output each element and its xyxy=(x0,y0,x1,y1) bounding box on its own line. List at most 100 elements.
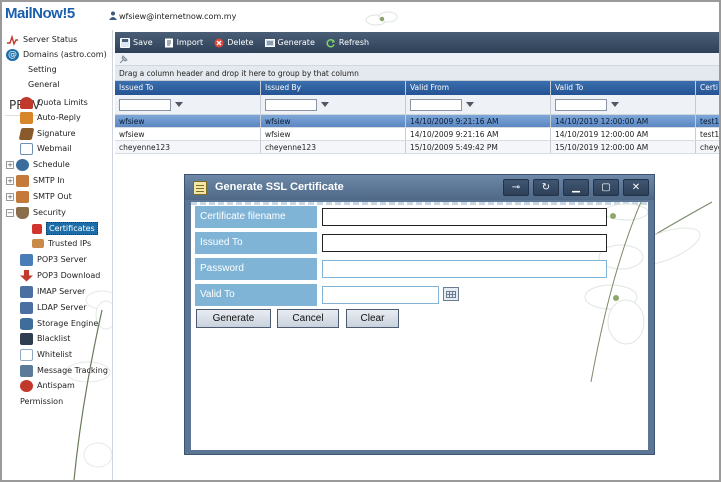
grid-header: Issued To Issued By Valid From Valid To … xyxy=(115,81,719,95)
filter-input-issued-by[interactable] xyxy=(265,98,317,111)
antispam-icon xyxy=(20,379,33,392)
import-icon xyxy=(164,38,173,47)
save-label: Save xyxy=(133,38,153,47)
password-label: Password xyxy=(195,258,317,280)
expand-icon[interactable]: + xyxy=(6,160,14,169)
certificate-filename-field[interactable] xyxy=(322,208,607,226)
sidebar-item-security[interactable]: − Security xyxy=(6,205,66,220)
pop3-server-icon xyxy=(20,253,33,266)
reply-icon xyxy=(20,111,33,124)
cell-valid-to: 14/10/2019 12:00:00 AM xyxy=(551,128,696,140)
cell-issued-by: cheyenne123 xyxy=(261,141,406,153)
filter-icon[interactable] xyxy=(321,102,329,107)
clear-button[interactable]: Clear xyxy=(346,309,399,328)
close-button[interactable]: ✕ xyxy=(623,179,649,196)
collapse-icon[interactable]: − xyxy=(6,208,14,217)
cell-certificate: test1 xyxy=(700,117,719,126)
maximize-button[interactable]: ▢ xyxy=(593,179,619,196)
generate-button[interactable]: Generate xyxy=(264,38,315,48)
certificate-icon xyxy=(32,223,42,234)
generate-submit-button[interactable]: Generate xyxy=(196,309,271,328)
column-header-issued-to[interactable]: Issued To xyxy=(115,81,261,95)
issued-to-field[interactable] xyxy=(322,234,607,252)
column-header-certificate[interactable]: Certi xyxy=(696,81,719,95)
filter-icon[interactable] xyxy=(175,102,183,107)
cell-valid-from: 14/10/2009 9:21:16 AM xyxy=(406,115,551,127)
filter-icon[interactable] xyxy=(611,102,619,107)
table-row[interactable]: wfsiew wfsiew 14/10/2009 9:21:16 AM 14/1… xyxy=(115,115,719,128)
filter-cell-issued-by xyxy=(261,95,406,114)
reload-dialog-button[interactable]: ↻ xyxy=(533,179,559,196)
import-label: Import xyxy=(176,38,204,47)
save-icon xyxy=(120,37,130,48)
pin-dialog-button[interactable]: ⊸ xyxy=(503,179,529,196)
column-header-valid-from[interactable]: Valid From xyxy=(406,81,551,95)
filter-icon[interactable] xyxy=(466,102,474,107)
cell-issued-to: wfsiew xyxy=(115,115,261,127)
sidebar-item-pop3-download[interactable]: POP3 Download xyxy=(20,268,100,283)
refresh-icon xyxy=(326,38,335,47)
valid-to-label: Valid To xyxy=(195,284,317,306)
delete-label: Delete xyxy=(227,38,254,47)
sidebar-item-setting[interactable]: Setting xyxy=(28,62,57,77)
close-icon: ✕ xyxy=(631,182,641,193)
sidebar-item-certificates[interactable]: Certificates xyxy=(32,221,98,236)
sidebar-item-server-status[interactable]: Server Status xyxy=(6,32,77,47)
filter-input-valid-from[interactable] xyxy=(410,98,462,111)
sidebar-item-antispam[interactable]: Antispam xyxy=(20,378,75,393)
save-button[interactable]: Save xyxy=(120,37,153,48)
cancel-button[interactable]: Cancel xyxy=(277,309,339,328)
column-header-issued-by[interactable]: Issued By xyxy=(261,81,406,95)
sidebar-item-imap-server[interactable]: IMAP Server xyxy=(20,284,85,299)
sidebar-item-general[interactable]: General xyxy=(28,77,60,92)
maximize-icon: ▢ xyxy=(601,182,611,193)
expand-icon[interactable]: + xyxy=(6,176,14,185)
sidebar-item-signature[interactable]: Signature xyxy=(18,126,76,141)
pulse-icon xyxy=(7,34,18,46)
tracking-icon xyxy=(20,364,33,377)
sidebar-item-trusted-ips[interactable]: Trusted IPs xyxy=(32,236,91,251)
sidebar-item-storage-engine[interactable]: Storage Engine xyxy=(20,316,98,331)
cell-valid-from: 14/10/2009 9:21:16 AM xyxy=(406,128,551,140)
cell-valid-from: 15/10/2009 5:49:42 PM xyxy=(406,141,551,153)
sidebar-item-permission[interactable]: Permission xyxy=(20,394,63,409)
expand-icon[interactable]: + xyxy=(6,192,14,201)
dialog-title-bar[interactable]: Generate SSL Certificate ⊸ ↻ ▁ ▢ ✕ xyxy=(185,175,654,200)
filter-input-valid-to[interactable] xyxy=(555,98,607,111)
sidebar-item-smtp-out[interactable]: + SMTP Out xyxy=(6,189,72,204)
calendar-icon[interactable] xyxy=(443,287,459,301)
sidebar-item-label: Webmail xyxy=(37,144,72,153)
sidebar-item-label: Schedule xyxy=(33,160,70,169)
import-button[interactable]: Import xyxy=(164,38,204,48)
delete-button[interactable]: Delete xyxy=(214,38,254,48)
sidebar-item-pop3-server[interactable]: POP3 Server xyxy=(20,252,87,267)
sidebar-item-whitelist[interactable]: Whitelist xyxy=(20,347,72,362)
sidebar-item-message-tracking[interactable]: Message Tracking xyxy=(20,363,108,378)
minimize-button[interactable]: ▁ xyxy=(563,179,589,196)
group-by-panel[interactable]: Drag a column header and drop it here to… xyxy=(115,66,719,81)
refresh-button[interactable]: Refresh xyxy=(326,38,369,48)
column-header-valid-to[interactable]: Valid To xyxy=(551,81,696,95)
generate-label: Generate xyxy=(277,38,315,47)
table-row[interactable]: cheyenne123 cheyenne123 15/10/2009 5:49:… xyxy=(115,141,719,154)
sidebar-item-label: General xyxy=(28,80,60,89)
valid-to-field[interactable] xyxy=(322,286,439,304)
sidebar-item-auto-reply[interactable]: Auto-Reply xyxy=(20,110,81,125)
table-row[interactable]: wfsiew wfsiew 14/10/2009 9:21:16 AM 14/1… xyxy=(115,128,719,141)
user-email: wfsiew@internetnow.com.my xyxy=(119,12,237,21)
sidebar-item-webmail[interactable]: Webmail xyxy=(20,141,72,156)
password-field[interactable] xyxy=(322,260,607,278)
sidebar-item-label: Quota Limits xyxy=(37,98,88,107)
pin-icon[interactable] xyxy=(119,55,128,64)
shield-icon xyxy=(16,206,29,219)
sidebar-item-quota-limits[interactable]: Quota Limits xyxy=(20,95,88,110)
sidebar-item-schedule[interactable]: + Schedule xyxy=(6,157,70,172)
filter-cell-valid-from xyxy=(406,95,551,114)
sidebar-item-domains[interactable]: @ Domains (astro.com) xyxy=(6,47,107,62)
sidebar-item-smtp-in[interactable]: + SMTP In xyxy=(6,173,65,188)
sidebar-item-ldap-server[interactable]: LDAP Server xyxy=(20,300,87,315)
filter-input-issued-to[interactable] xyxy=(119,98,171,111)
sidebar-item-label: Message Tracking xyxy=(37,366,108,375)
sidebar-item-blacklist[interactable]: Blacklist xyxy=(20,331,70,346)
sidebar-item-label: SMTP Out xyxy=(33,192,72,201)
